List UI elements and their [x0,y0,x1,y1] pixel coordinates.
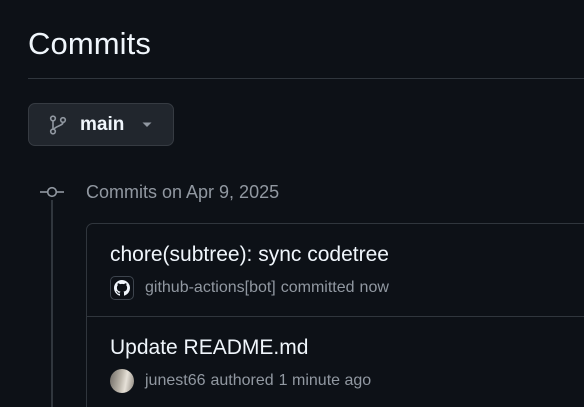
commit-time: now [359,279,389,296]
commit-title-link[interactable]: chore(subtree): sync codetree [110,242,389,268]
commit-group-date: Commits on Apr 9, 2025 [86,182,280,202]
commit-row: chore(subtree): sync codetree github-act… [87,224,584,316]
commit-time: 1 minute ago [278,372,372,389]
commit-list: chore(subtree): sync codetree github-act… [86,223,584,407]
commit-row: Update README.md junest66 authored 1 min… [87,316,584,407]
commit-title-link[interactable]: Update README.md [110,335,308,361]
commit-action: authored [210,372,274,389]
user-avatar[interactable] [110,369,134,393]
git-branch-icon [49,115,67,135]
branch-name: main [80,114,125,135]
branch-selector-button[interactable]: main [28,103,174,146]
commit-action: committed [280,279,355,296]
commit-author-link[interactable]: junest66 [145,372,206,390]
timeline-line [51,200,53,407]
chevron-down-icon [142,122,152,127]
github-mark-icon[interactable] [110,276,134,300]
commit-meta: junest66 authored 1 minute ago [110,369,371,393]
commit-meta: github-actions[bot] committed now [110,276,389,300]
commits-page: Commits main Commits on Apr 9, 2025 chor… [0,0,584,407]
commit-author-link[interactable]: github-actions[bot] [145,279,276,297]
git-commit-icon [40,186,64,198]
page-title: Commits [28,26,151,61]
title-divider [28,78,584,79]
